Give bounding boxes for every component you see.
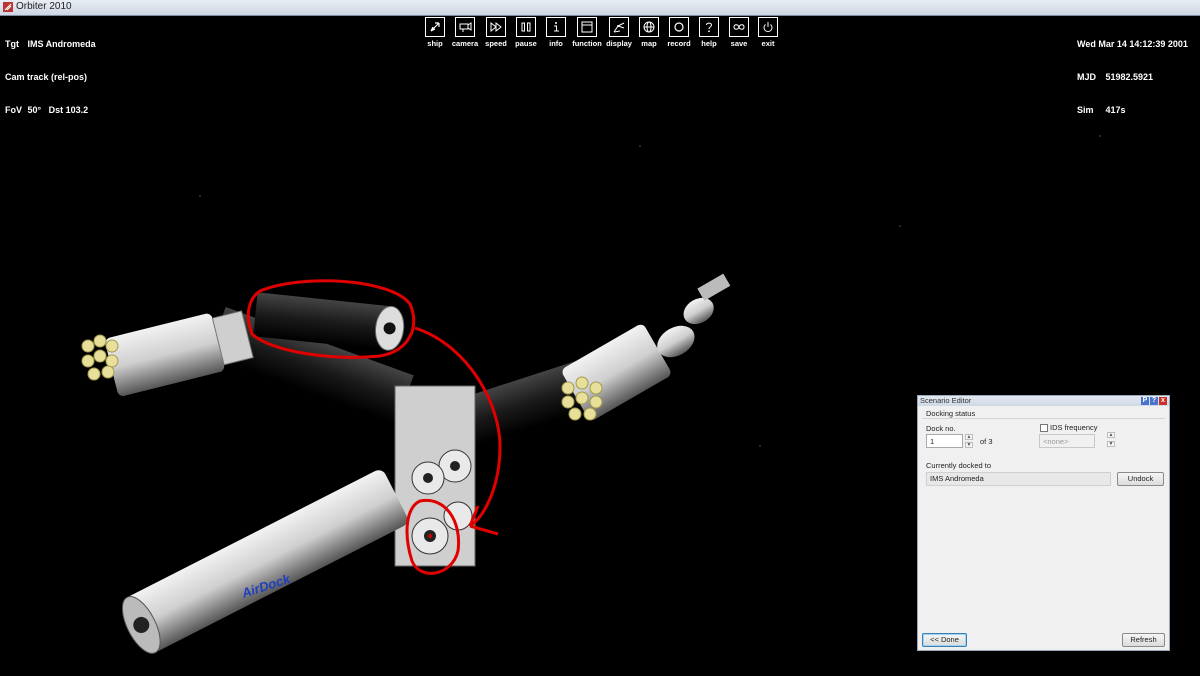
function-label: function (572, 39, 602, 48)
map-button[interactable]: map (634, 17, 664, 49)
dock-count-label: of 3 (980, 437, 993, 446)
dialog-titlebar[interactable]: Scenario Editor P ? x (918, 396, 1169, 406)
currently-docked-label: Currently docked to (926, 461, 992, 470)
hud-row-sim: Sim 417s (1077, 105, 1188, 116)
window-icon (577, 17, 597, 37)
info-label: info (549, 39, 563, 48)
pin-icon[interactable]: P (1141, 397, 1149, 405)
window-titlebar: Orbiter 2010 (0, 0, 1200, 16)
hud-value: 50° Dst 103.2 (27, 105, 89, 115)
hud-row-camera: Cam track (rel-pos) (5, 72, 96, 83)
hud-value: Cam track (rel-pos) (5, 72, 88, 82)
camera-label: camera (451, 39, 479, 48)
hud-key: MJD (1077, 72, 1097, 82)
pause-icon (516, 17, 536, 37)
pause-button[interactable]: pause (510, 17, 542, 49)
dialog-title-buttons: P ? x (1141, 397, 1167, 405)
hud-key: Tgt (5, 39, 19, 49)
hud-value: 51982.5921 (1105, 72, 1154, 82)
camera-icon (455, 17, 475, 37)
map-label: map (641, 39, 657, 48)
hud-time-info: Wed Mar 14 14:12:39 2001 MJD 51982.5921 … (1077, 17, 1188, 138)
spin-down-icon[interactable]: ▼ (1107, 441, 1115, 447)
group-divider (922, 418, 1165, 419)
hud-row-target: Tgt IMS Andromeda (5, 39, 96, 50)
ids-frequency-label: IDS frequency (1050, 423, 1098, 432)
ship-label: ship (427, 39, 443, 48)
help-button[interactable]: help (694, 17, 724, 49)
undock-button[interactable]: Undock (1117, 472, 1164, 486)
hud-value: IMS Andromeda (27, 39, 96, 49)
dock-no-field[interactable]: 1 (926, 434, 963, 448)
rocket-icon (425, 17, 445, 37)
window-title: Orbiter 2010 (16, 1, 72, 12)
spin-up-icon[interactable]: ▲ (965, 434, 973, 440)
hud-row-fov: FoV 50° Dst 103.2 (5, 105, 96, 116)
power-icon (758, 17, 778, 37)
ids-frequency-field[interactable]: <none> (1039, 434, 1095, 448)
hud-row-date: Wed Mar 14 14:12:39 2001 (1077, 39, 1188, 50)
dialog-title: Scenario Editor (920, 396, 972, 405)
save-button[interactable]: save (724, 17, 754, 49)
function-button[interactable]: function (570, 17, 604, 49)
group-label-docking-status: Docking status (926, 409, 976, 418)
hud-row-mjd: MJD 51982.5921 (1077, 72, 1188, 83)
display-icon (609, 17, 629, 37)
speed-label: speed (485, 39, 507, 48)
record-label: record (667, 39, 691, 48)
ids-frequency-spinner[interactable]: ▲ ▼ (1107, 432, 1115, 452)
hud-value: Wed Mar 14 14:12:39 2001 (1077, 39, 1188, 49)
hud-key: Sim (1077, 105, 1094, 115)
globe-icon (639, 17, 659, 37)
help-label: help (701, 39, 717, 48)
save-label: save (730, 39, 748, 48)
fast-forward-icon (486, 17, 506, 37)
display-label: display (606, 39, 632, 48)
pause-label: pause (515, 39, 537, 48)
speed-button[interactable]: speed (482, 17, 510, 49)
record-button[interactable]: record (664, 17, 694, 49)
ship-button[interactable]: ship (422, 17, 448, 49)
dock-no-spinner[interactable]: ▲ ▼ (965, 434, 973, 448)
info-icon (546, 17, 566, 37)
scenario-editor-dialog: Scenario Editor P ? x Docking status Doc… (917, 395, 1170, 651)
help-icon (699, 17, 719, 37)
orbiter-app-icon (3, 2, 13, 12)
exit-label: exit (761, 39, 775, 48)
done-button[interactable]: << Done (922, 633, 967, 647)
display-button[interactable]: display (604, 17, 634, 49)
hud-target-info: Tgt IMS Andromeda Cam track (rel-pos) Fo… (5, 17, 96, 138)
close-icon[interactable]: x (1159, 397, 1167, 405)
main-toolbar: ship camera speed pause info function di… (422, 17, 782, 49)
ids-frequency-checkbox[interactable] (1040, 424, 1048, 432)
exit-button[interactable]: exit (754, 17, 782, 49)
help-icon[interactable]: ? (1150, 397, 1158, 405)
save-icon (729, 17, 749, 37)
spin-down-icon[interactable]: ▼ (965, 442, 973, 448)
record-icon (669, 17, 689, 37)
currently-docked-value: IMS Andromeda (926, 472, 1111, 486)
hud-key: FoV (5, 105, 22, 115)
spin-up-icon[interactable]: ▲ (1107, 432, 1115, 438)
dock-no-label: Dock no. (926, 424, 956, 433)
hud-value: 417s (1105, 105, 1126, 115)
camera-button[interactable]: camera (448, 17, 482, 49)
info-button[interactable]: info (542, 17, 570, 49)
refresh-button[interactable]: Refresh (1122, 633, 1165, 647)
